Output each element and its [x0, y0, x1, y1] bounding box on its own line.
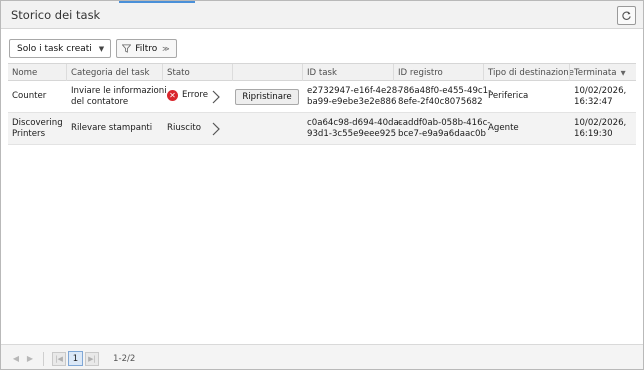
window-title: Storico dei task: [11, 8, 101, 22]
cell-completed: 10/02/2026, 16:32:47: [574, 86, 626, 108]
first-page-icon[interactable]: |◀: [52, 351, 66, 366]
column-divider: [66, 64, 67, 81]
prev-arrow-icon[interactable]: ◀: [9, 352, 23, 366]
chevron-down-icon: ▼: [98, 44, 105, 53]
log-id-line-1: 786a48f0-e455-49c1-: [398, 86, 492, 96]
funnel-icon: [122, 44, 132, 53]
chevron-right-icon[interactable]: [212, 122, 220, 136]
category-line-1: Inviare le informazioni: [71, 86, 167, 96]
log-id-line-2: bce7-e9a9a6daac0b: [398, 129, 486, 139]
cell-destination: Agente: [488, 123, 519, 133]
task-id-line-2: 93d1-3c55e9eee925: [307, 129, 397, 139]
col-header-task-id[interactable]: ID task: [307, 68, 337, 78]
col-header-status[interactable]: Stato: [167, 68, 190, 78]
scope-select[interactable]: Solo i task creati ▼: [9, 39, 112, 58]
toolbar: Solo i task creati ▼ Filtro ≫: [9, 39, 177, 58]
next-arrow-icon[interactable]: ▶: [23, 352, 37, 366]
double-chevron-down-icon: ≫: [162, 44, 170, 53]
completed-header-label: Terminata: [574, 68, 617, 78]
category-line-2: del contatore: [71, 97, 129, 107]
cell-completed: 10/02/2026, 16:19:30: [574, 118, 626, 140]
filter-button[interactable]: Filtro ≫: [116, 39, 177, 58]
last-page-icon[interactable]: ▶|: [85, 351, 99, 366]
cell-status: ✕ Errore: [167, 90, 208, 101]
cell-category: Inviare le informazioni del contatore: [71, 86, 167, 108]
table-header: Nome Categoria del task Stato ID task ID…: [8, 63, 636, 81]
error-icon: ✕: [167, 90, 178, 101]
log-id-line-2: 8efe-2f40c8075682: [398, 97, 483, 107]
task-id-line-1: e2732947-e16f-4e28-: [307, 86, 401, 96]
table-row[interactable]: Counter Inviare le informazioni del cont…: [8, 81, 636, 113]
sort-desc-icon: ▼: [620, 69, 626, 77]
title-accent: [119, 1, 195, 3]
chevron-right-icon[interactable]: [212, 90, 220, 104]
scope-select-value: Solo i task creati: [17, 43, 92, 54]
column-divider: [569, 64, 570, 81]
col-header-completed[interactable]: Terminata ▼: [574, 68, 626, 78]
column-divider: [162, 64, 163, 81]
cell-name: Discovering Printers: [12, 118, 63, 140]
cell-log-id: 786a48f0-e455-49c1- 8efe-2f40c8075682: [398, 86, 491, 108]
log-id-line-1: caddf0ab-058b-416c-: [398, 118, 491, 128]
title-bar: Storico dei task: [1, 1, 643, 29]
col-header-name[interactable]: Nome: [12, 68, 37, 78]
cell-category: Rilevare stampanti: [71, 123, 153, 133]
cell-destination: Periferica: [488, 91, 529, 101]
completed-time: 16:32:47: [574, 97, 613, 107]
task-id-line-2: ba99-e9ebe3e2e886: [307, 97, 397, 107]
refresh-button[interactable]: [617, 6, 636, 25]
col-header-log-id[interactable]: ID registro: [398, 68, 443, 78]
status-text: Errore: [182, 90, 209, 100]
current-page-button[interactable]: 1: [68, 351, 83, 366]
col-header-destination[interactable]: Tipo di destinazione: [488, 68, 574, 78]
cell-log-id: caddf0ab-058b-416c- bce7-e9a9a6daac0b: [398, 118, 490, 140]
col-header-category[interactable]: Categoria del task: [71, 68, 150, 78]
pager: ◀ ▶ |◀ 1 ▶|: [9, 351, 99, 366]
completed-time: 16:19:30: [574, 129, 613, 139]
restore-button[interactable]: Ripristinare: [235, 89, 299, 105]
column-divider: [302, 64, 303, 81]
completed-date: 10/02/2026,: [574, 86, 627, 96]
table-row[interactable]: Discovering Printers Rilevare stampanti …: [8, 113, 636, 145]
column-divider: [393, 64, 394, 81]
completed-date: 10/02/2026,: [574, 118, 627, 128]
column-divider: [483, 64, 484, 81]
page-range: 1-2/2: [113, 354, 136, 364]
refresh-icon: [622, 11, 631, 20]
pager-bar: ◀ ▶ |◀ 1 ▶| 1-2/2: [1, 344, 643, 369]
cell-status: Riuscito: [167, 123, 202, 133]
task-id-line-1: c0a64c98-d694-40da-: [307, 118, 402, 128]
task-history-window: Storico dei task Solo i task creati ▼ Fi…: [0, 0, 644, 370]
cell-task-id: e2732947-e16f-4e28- ba99-e9ebe3e2e886: [307, 86, 400, 108]
name-line-2: Printers: [12, 129, 46, 139]
cell-name: Counter: [12, 91, 47, 101]
cell-task-id: c0a64c98-d694-40da- 93d1-3c55e9eee925: [307, 118, 402, 140]
name-line-1: Discovering: [12, 118, 63, 128]
task-table: Nome Categoria del task Stato ID task ID…: [8, 63, 636, 145]
filter-label: Filtro: [135, 43, 158, 54]
pager-divider: [43, 351, 44, 366]
column-divider: [232, 64, 233, 81]
